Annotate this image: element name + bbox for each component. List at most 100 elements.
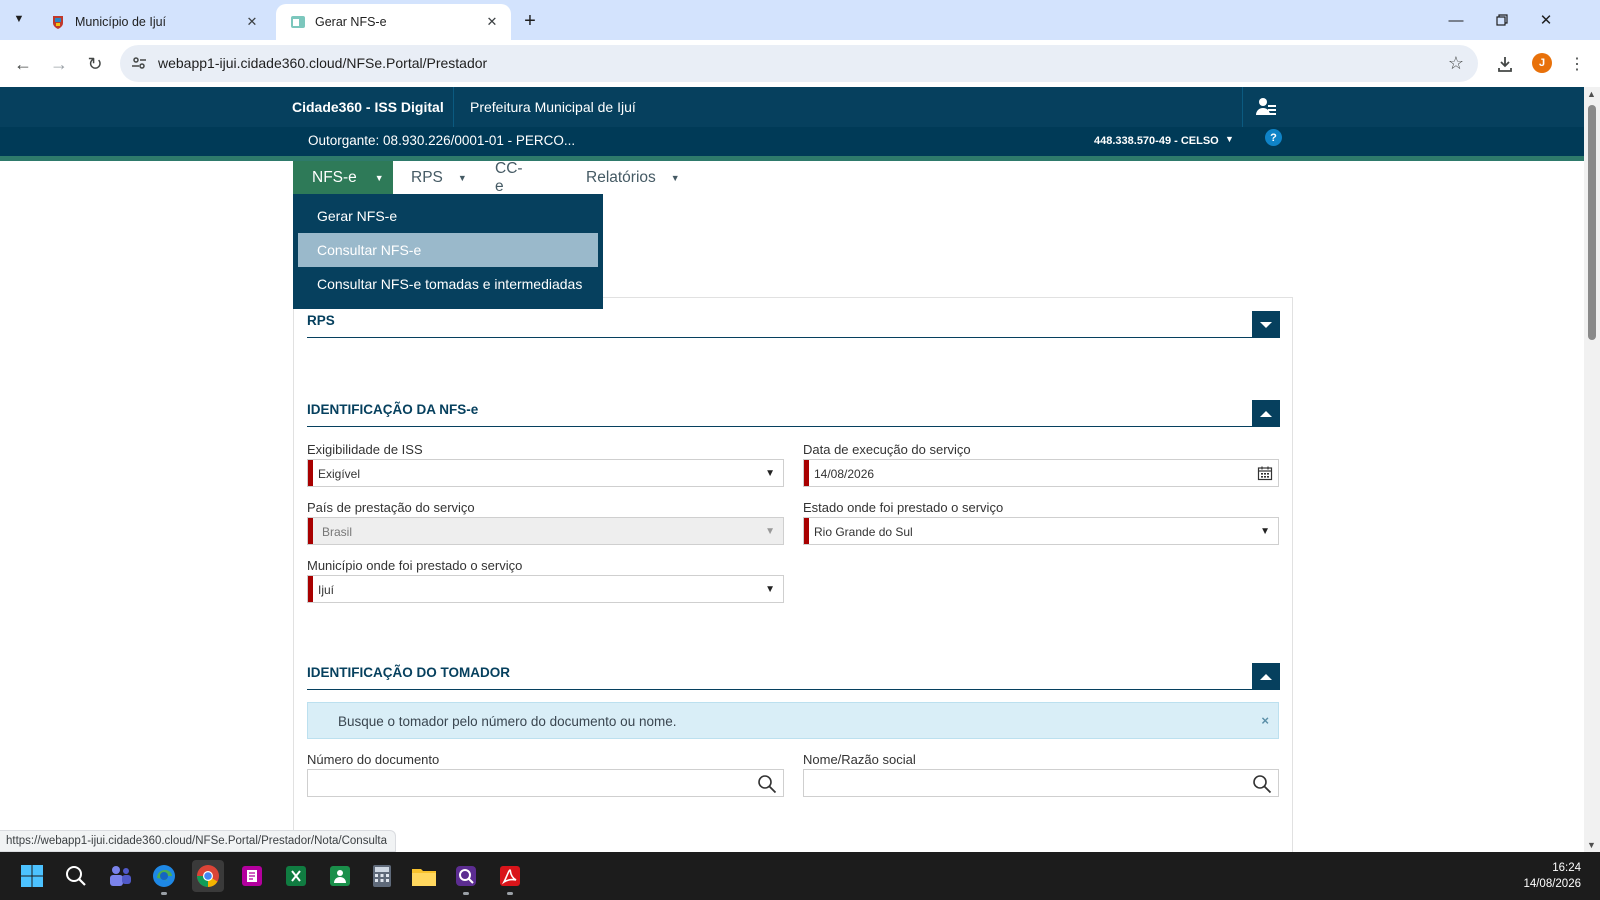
dropdown-arrow-icon: ▼ [765, 584, 775, 595]
forward-arrow-icon[interactable]: → [45, 50, 73, 78]
tab-close-icon[interactable]: ✕ [483, 13, 501, 31]
chrome-icon[interactable] [192, 860, 224, 892]
start-icon[interactable] [16, 860, 48, 892]
teams-icon[interactable] [104, 860, 136, 892]
menu-rps[interactable]: RPS ▼ [411, 161, 467, 194]
excel-icon[interactable] [280, 860, 312, 892]
caret-down-icon: ▼ [457, 172, 467, 183]
user-menu[interactable]: 448.338.570-49 - CELSO [1094, 135, 1219, 147]
search-icon[interactable] [60, 860, 92, 892]
menu-nfse[interactable]: NFS-e ▼ [293, 161, 393, 194]
site-settings-icon[interactable] [130, 54, 148, 72]
status-bar-url: https://webapp1-ijui.cidade360.cloud/NFS… [0, 830, 396, 852]
nfse-favicon-icon [290, 14, 306, 30]
exigibilidade-select[interactable]: Exigível ▼ [307, 459, 784, 487]
app-header: Cidade360 - ISS Digital Prefeitura Munic… [0, 87, 1584, 127]
reload-icon[interactable]: ↻ [81, 50, 109, 78]
menu-label: NFS-e [312, 168, 357, 186]
browser-tab-municipio[interactable]: Município de Ijuí ✕ [36, 4, 271, 40]
calendar-icon[interactable] [1257, 465, 1273, 481]
numero-documento-label: Número do documento [307, 752, 440, 767]
menu-cce[interactable]: CC-e [495, 159, 523, 195]
scroll-down-icon[interactable]: ▼ [1587, 840, 1596, 850]
section-title-identificacao-nfse: IDENTIFICAÇÃO DA NFS-e [307, 402, 479, 417]
bookmark-star-icon[interactable]: ☆ [1444, 51, 1468, 75]
browser-tab-gerar-nfse[interactable]: Gerar NFS-e ✕ [276, 4, 511, 40]
outorgante-text[interactable]: Outorgante: 08.930.226/0001-01 - PERCO..… [308, 133, 575, 148]
pais-value: Brasil [322, 525, 353, 539]
caret-down-icon: ▼ [374, 172, 384, 183]
acrobat-icon[interactable] [494, 860, 526, 895]
scrollbar-thumb[interactable] [1588, 105, 1596, 340]
nome-input[interactable] [803, 769, 1279, 797]
collapse-identificacao-nfse-button[interactable] [1252, 400, 1280, 427]
data-execucao-label: Data de execução do serviço [803, 442, 971, 457]
browser-tab-bar: ▼ Município de Ijuí ✕ Gerar NFS-e ✕ + — … [0, 0, 1600, 40]
caret-down-icon[interactable]: ▼ [1225, 134, 1234, 144]
scroll-up-icon[interactable]: ▲ [1587, 89, 1596, 99]
profile-avatar[interactable]: J [1532, 53, 1552, 73]
search-icon[interactable] [757, 774, 777, 794]
exigibilidade-value: Exigível [318, 467, 361, 481]
app-icon[interactable] [450, 860, 482, 895]
dropdown-item-gerar-nfse[interactable]: Gerar NFS-e [298, 199, 598, 233]
app-icon[interactable] [324, 860, 356, 892]
data-execucao-input[interactable]: 14/08/2026 [803, 459, 1279, 487]
menu-relatorios[interactable]: Relatórios ▼ [586, 161, 680, 194]
alert-text: Busque o tomador pelo número do document… [338, 714, 677, 729]
dropdown-item-consultar-nfse[interactable]: Consultar NFS-e [298, 233, 598, 267]
address-url[interactable]: webapp1-ijui.cidade360.cloud/NFSe.Portal… [158, 55, 487, 71]
page-scrollbar[interactable]: ▲ ▼ [1584, 87, 1600, 852]
minimize-icon[interactable]: — [1442, 8, 1470, 32]
numero-documento-input[interactable] [307, 769, 784, 797]
menu-label: CC-e [495, 159, 523, 195]
help-icon[interactable]: ? [1265, 129, 1282, 146]
edge-icon[interactable] [148, 860, 180, 895]
user-switch-icon[interactable] [1255, 96, 1277, 118]
restore-icon[interactable] [1488, 8, 1516, 32]
search-icon[interactable] [1252, 774, 1272, 794]
chevron-down-icon [1260, 321, 1272, 328]
required-marker [308, 518, 313, 544]
expand-rps-button[interactable] [1252, 311, 1280, 338]
brand-title[interactable]: Cidade360 - ISS Digital [292, 99, 444, 115]
onenote-icon[interactable] [236, 860, 268, 892]
exigibilidade-label: Exigibilidade de ISS [307, 442, 423, 457]
collapse-identificacao-tomador-button[interactable] [1252, 663, 1280, 690]
caret-down-icon: ▼ [670, 172, 680, 183]
tab-search-chevron-icon[interactable]: ▼ [8, 8, 30, 30]
browser-menu-icon[interactable]: ⋮ [1566, 53, 1588, 75]
page-content: Cidade360 - ISS Digital Prefeitura Munic… [0, 87, 1584, 852]
dropdown-item-consultar-tomadas[interactable]: Consultar NFS-e tomadas e intermediadas [298, 267, 598, 301]
dropdown-arrow-icon: ▼ [1260, 526, 1270, 537]
section-divider [307, 426, 1279, 427]
required-marker [804, 460, 809, 486]
alert-close-icon[interactable]: × [1261, 713, 1269, 728]
calculator-icon[interactable] [366, 860, 398, 892]
browser-toolbar: ← → ↻ webapp1-ijui.cidade360.cloud/NFSe.… [0, 40, 1600, 87]
system-clock[interactable]: 16:24 14/08/2026 [1523, 860, 1581, 892]
new-tab-plus-icon[interactable]: + [518, 9, 542, 33]
municipio-select[interactable]: Ijuí ▼ [307, 575, 784, 603]
nome-label: Nome/Razão social [803, 752, 916, 767]
header-accent-line [0, 156, 1584, 161]
window-close-icon[interactable]: ✕ [1532, 8, 1560, 32]
tab-close-icon[interactable]: ✕ [243, 13, 261, 31]
estado-select[interactable]: Rio Grande do Sul ▼ [803, 517, 1279, 545]
dropdown-arrow-icon: ▼ [765, 468, 775, 479]
pais-select: Brasil ▼ [307, 517, 784, 545]
back-arrow-icon[interactable]: ← [9, 50, 37, 78]
municipio-label: Município onde foi prestado o serviço [307, 558, 523, 573]
address-bar[interactable]: webapp1-ijui.cidade360.cloud/NFSe.Portal… [120, 45, 1478, 82]
header-divider [1242, 87, 1243, 127]
menu-label: Relatórios [586, 168, 656, 186]
chevron-up-icon [1260, 410, 1272, 417]
data-execucao-value: 14/08/2026 [814, 467, 875, 481]
downloads-icon[interactable] [1494, 53, 1516, 75]
municipio-value: Ijuí [318, 583, 335, 597]
windows-taskbar: 16:24 14/08/2026 [0, 852, 1600, 900]
required-marker [308, 576, 313, 602]
dropdown-arrow-icon: ▼ [765, 526, 775, 537]
file-explorer-icon[interactable] [408, 860, 440, 892]
city-name: Prefeitura Municipal de Ijuí [470, 99, 636, 115]
